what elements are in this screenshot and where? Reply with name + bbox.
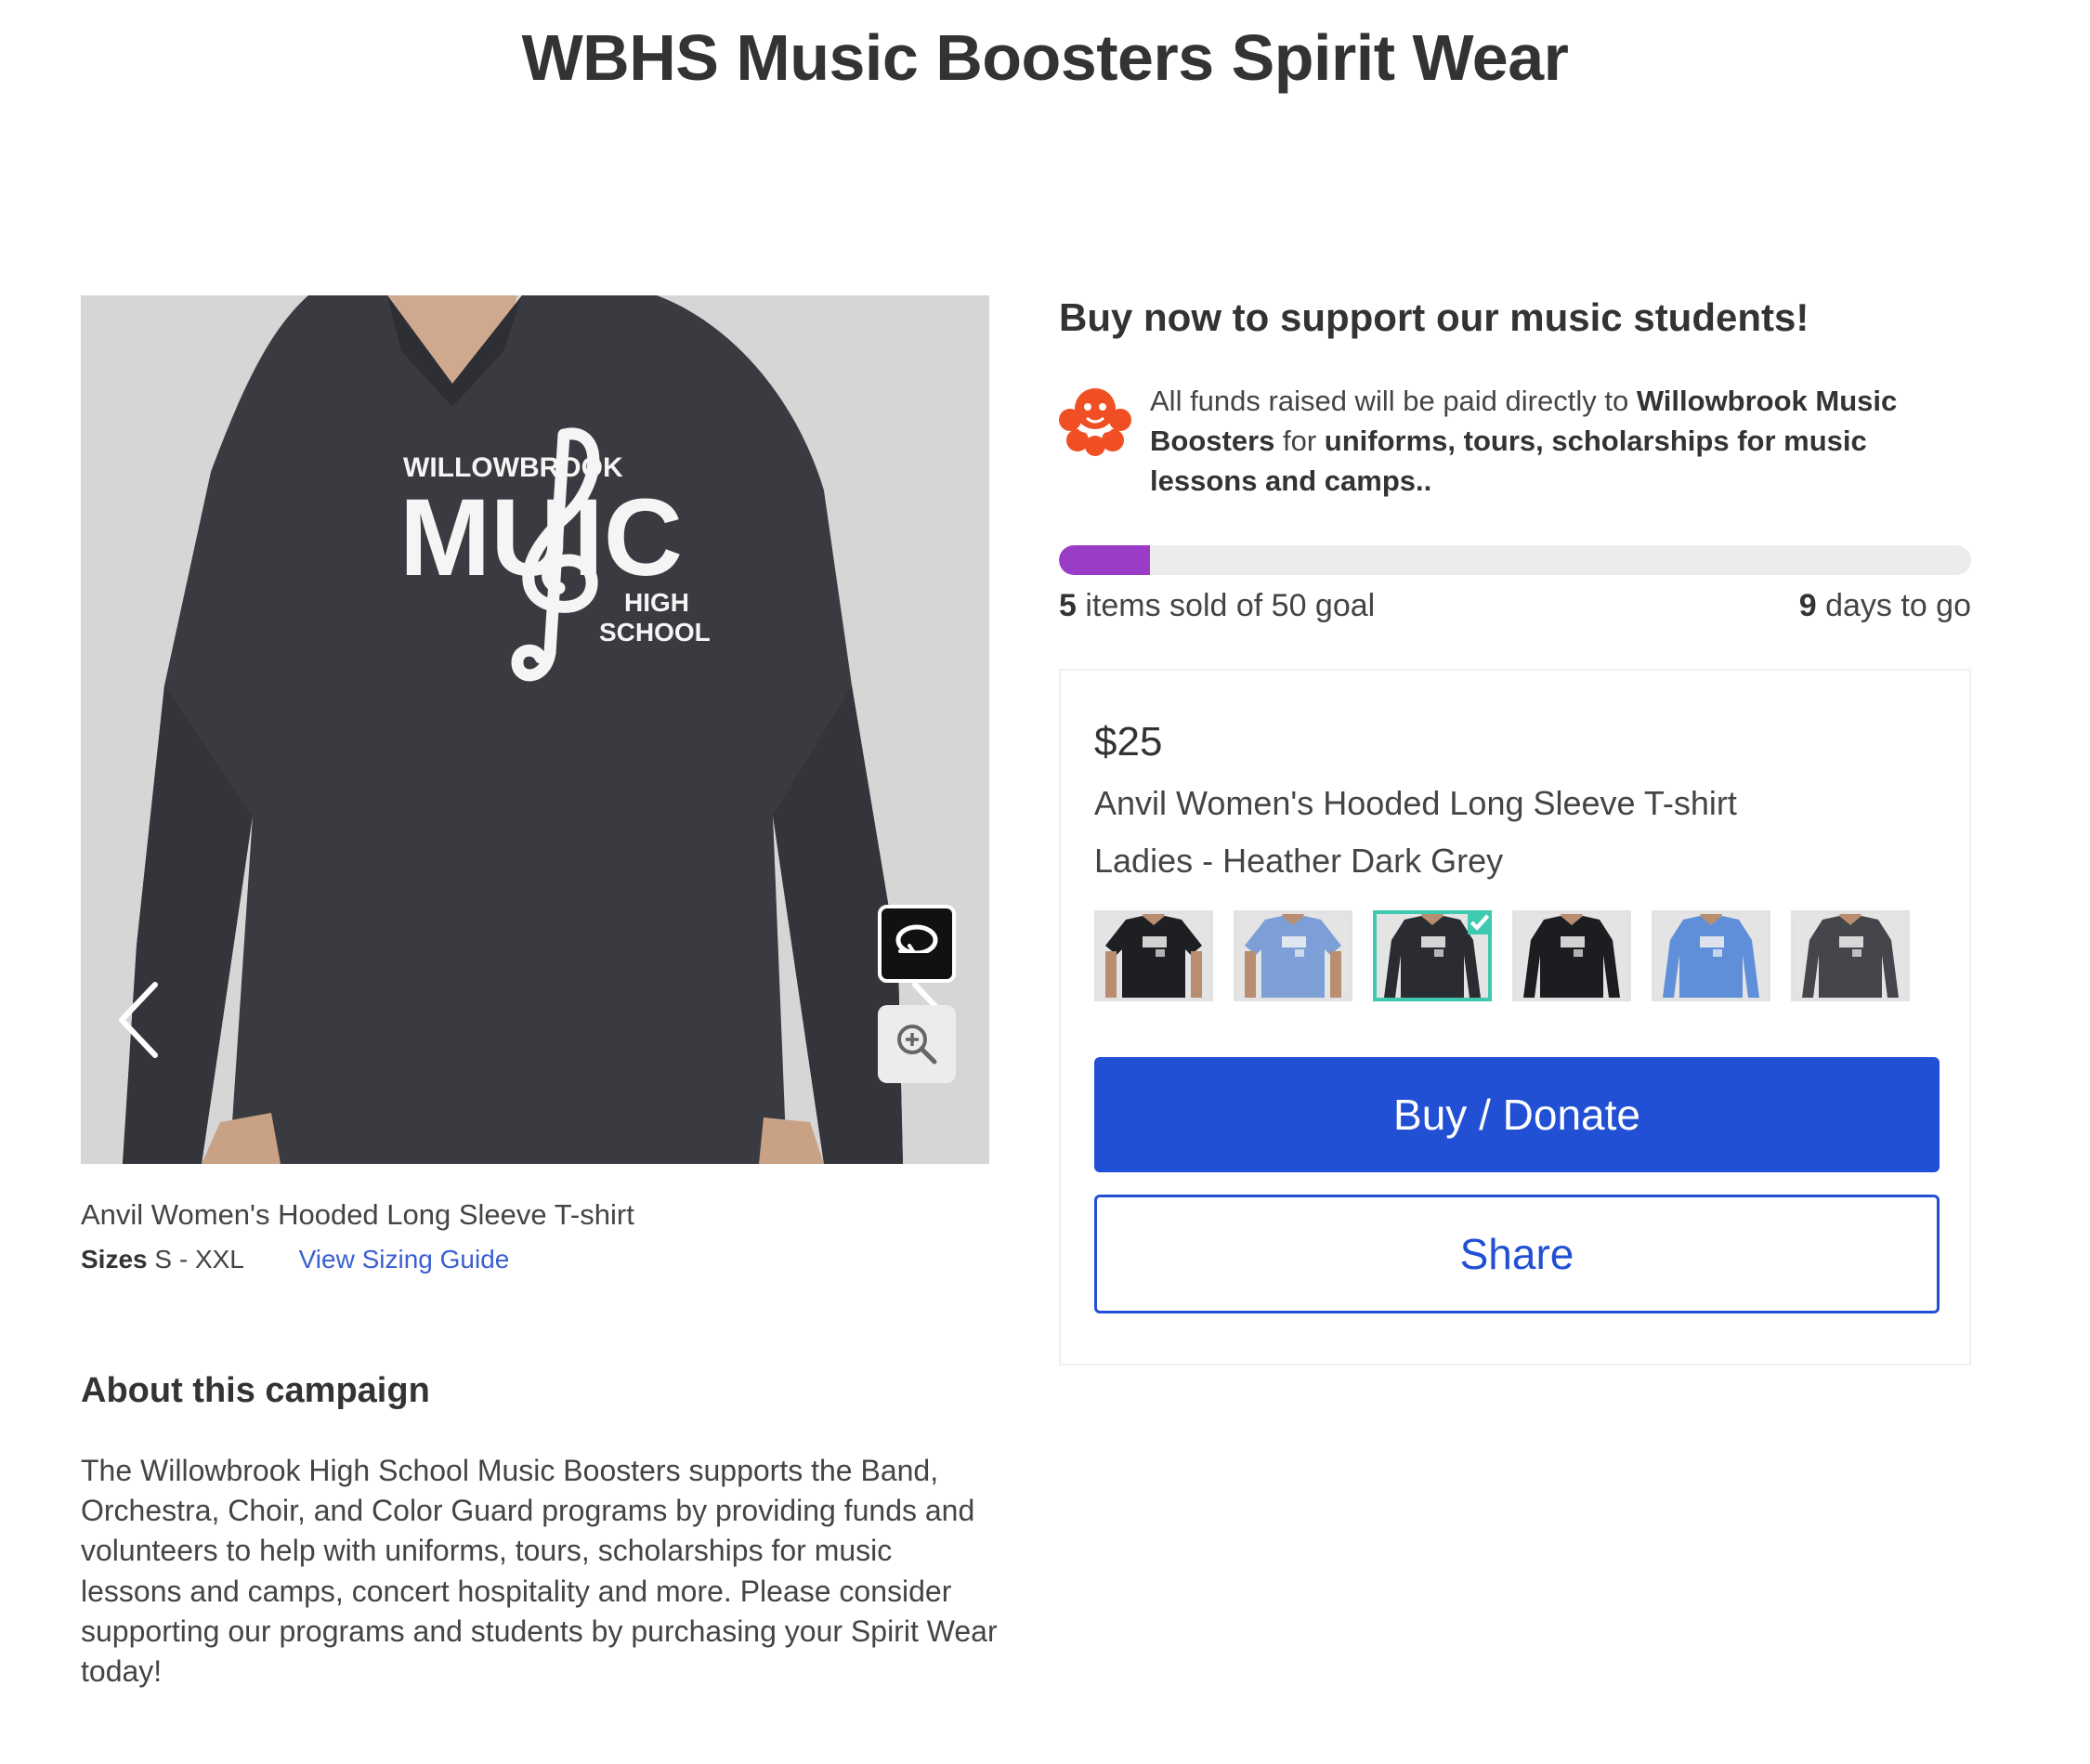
sizes-row: Sizes S - XXL View Sizing Guide	[81, 1245, 509, 1274]
card-product-variant: Ladies - Heather Dark Grey	[1094, 842, 1504, 880]
sizes-label: Sizes	[81, 1245, 148, 1274]
chevron-left-icon	[119, 982, 158, 1058]
page-title: WBHS Music Boosters Spirit Wear	[521, 21, 1569, 94]
thumbnail-shirt-image	[1795, 914, 1906, 998]
gallery-prev-button[interactable]	[107, 973, 172, 1066]
rotate-360-icon	[895, 924, 938, 960]
variant-thumbnail-4[interactable]	[1512, 910, 1631, 1001]
product-price: $25	[1094, 719, 1163, 764]
funds-description: All funds raised will be paid directly t…	[1150, 381, 1949, 501]
variant-thumbnail-1[interactable]	[1094, 910, 1213, 1001]
variant-thumbnail-3[interactable]	[1373, 910, 1492, 1001]
zoom-in-icon	[897, 1025, 937, 1065]
about-heading: About this campaign	[81, 1371, 430, 1410]
product-card: $25 Anvil Women's Hooded Long Sleeve T-s…	[1059, 669, 1971, 1365]
zoom-button[interactable]	[878, 1005, 956, 1083]
buy-donate-button[interactable]: Buy / Donate	[1094, 1057, 1940, 1172]
days-left-text: 9 days to go	[1799, 588, 1971, 624]
sizing-guide-link[interactable]: View Sizing Guide	[299, 1245, 510, 1274]
support-heading: Buy now to support our music students!	[1059, 295, 1809, 339]
variant-thumbnail-5[interactable]	[1652, 910, 1770, 1001]
card-product-name: Anvil Women's Hooded Long Sleeve T-shirt	[1094, 784, 1737, 822]
variant-thumbnails	[1094, 910, 1930, 1001]
variant-thumbnail-2[interactable]	[1234, 910, 1352, 1001]
product-image: WILLOWBROOK MU IC HIGH SCHOOL	[81, 295, 989, 1164]
share-button[interactable]: Share	[1094, 1195, 1940, 1313]
logo-high-text: HIGH	[624, 588, 689, 617]
product-caption: Anvil Women's Hooded Long Sleeve T-shirt	[81, 1198, 634, 1231]
funds-suffix: .	[1423, 464, 1432, 497]
thumbnail-shirt-image	[1098, 914, 1209, 998]
items-sold-count: 5	[1059, 588, 1077, 623]
progress-fill	[1059, 545, 1151, 575]
checkmark-icon	[1468, 910, 1492, 934]
rotate-view-button[interactable]	[878, 905, 956, 983]
items-sold-label: items sold of 50 goal	[1076, 588, 1376, 623]
funds-prefix: All funds raised will be paid directly t…	[1150, 385, 1637, 417]
items-sold-text: 5 items sold of 50 goal	[1059, 588, 1375, 624]
days-left-count: 9	[1798, 588, 1817, 623]
thumbnail-shirt-image	[1655, 914, 1767, 998]
variant-thumbnail-6[interactable]	[1791, 910, 1910, 1001]
octopus-logo-icon	[1059, 388, 1131, 456]
thumbnail-shirt-image	[1237, 914, 1349, 998]
funds-mid: for	[1274, 425, 1325, 457]
days-left-label: days to go	[1816, 588, 1971, 623]
product-image-gallery[interactable]: WILLOWBROOK MU IC HIGH SCHOOL	[81, 295, 989, 1164]
page: WBHS Music Boosters Spirit Wear WILLOWBR…	[0, 0, 2090, 1764]
thumbnail-shirt-image	[1516, 914, 1627, 998]
logo-school-text: SCHOOL	[599, 618, 711, 647]
progress-bar	[1059, 545, 1971, 575]
about-text: The Willowbrook High School Music Booste…	[81, 1454, 998, 1689]
sizes-value: S - XXL	[154, 1245, 243, 1274]
